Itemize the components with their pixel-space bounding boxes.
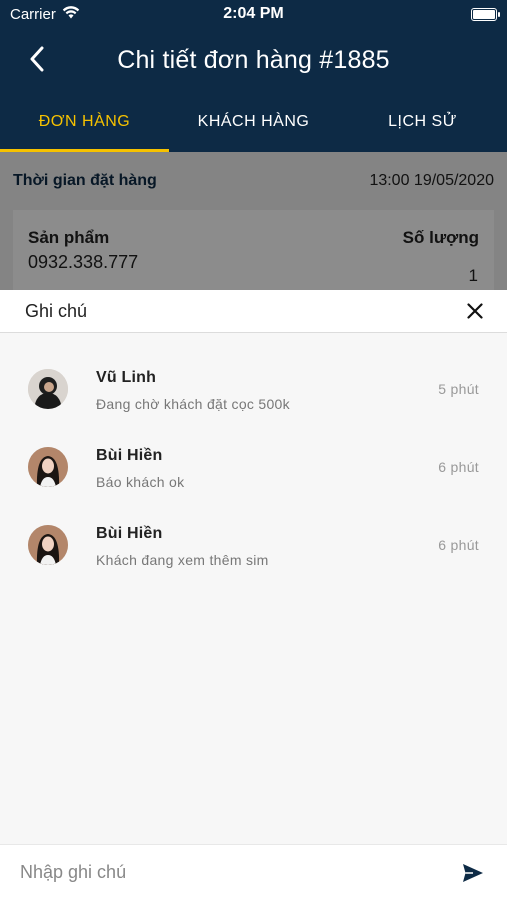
note-item[interactable]: Vũ Linh Đang chờ khách đặt cọc 500k 5 ph… <box>0 369 507 447</box>
tab-history[interactable]: LỊCH SỬ <box>338 92 507 152</box>
note-author: Vũ Linh <box>96 369 157 386</box>
note-item[interactable]: Bùi Hiền Báo khách ok 6 phút <box>0 447 507 525</box>
notes-sheet: Ghi chú Vũ Linh Đang chờ khách đặt cọc 5… <box>0 290 507 900</box>
tab-customer[interactable]: KHÁCH HÀNG <box>169 92 338 152</box>
page-title: Chi tiết đơn hàng #1885 <box>117 45 390 74</box>
note-input-bar <box>0 844 507 900</box>
send-button[interactable] <box>459 859 487 887</box>
tab-order[interactable]: ĐƠN HÀNG <box>0 92 169 152</box>
note-text: Khách đang xem thêm sim <box>96 552 269 568</box>
chevron-left-icon <box>30 46 44 72</box>
app-header: Carrier 2:04 PM Chi tiết đơn hàng #1885 … <box>0 0 507 152</box>
status-bar: Carrier 2:04 PM <box>0 0 507 28</box>
close-button[interactable] <box>463 299 487 323</box>
avatar <box>28 525 68 565</box>
send-icon <box>463 863 483 882</box>
note-item[interactable]: Bùi Hiền Khách đang xem thêm sim 6 phút <box>0 525 507 603</box>
note-input[interactable] <box>20 862 459 883</box>
avatar <box>28 447 68 487</box>
notes-sheet-header: Ghi chú <box>0 290 507 333</box>
notes-title: Ghi chú <box>25 300 88 321</box>
dim-overlay[interactable] <box>0 152 507 290</box>
avatar <box>28 369 68 409</box>
note-author: Bùi Hiền <box>96 525 163 542</box>
note-time: 6 phút <box>438 537 479 553</box>
note-text: Đang chờ khách đặt cọc 500k <box>96 396 290 412</box>
status-time: 2:04 PM <box>223 5 284 22</box>
tab-bar: ĐƠN HÀNG KHÁCH HÀNG LỊCH SỬ <box>0 92 507 152</box>
note-text: Báo khách ok <box>96 474 185 490</box>
notes-list: Vũ Linh Đang chờ khách đặt cọc 500k 5 ph… <box>0 333 507 603</box>
close-icon <box>467 303 483 319</box>
note-time: 6 phút <box>438 459 479 475</box>
note-time: 5 phút <box>438 381 479 397</box>
battery-icon <box>471 7 500 21</box>
note-author: Bùi Hiền <box>96 447 163 464</box>
back-button[interactable] <box>22 44 52 74</box>
